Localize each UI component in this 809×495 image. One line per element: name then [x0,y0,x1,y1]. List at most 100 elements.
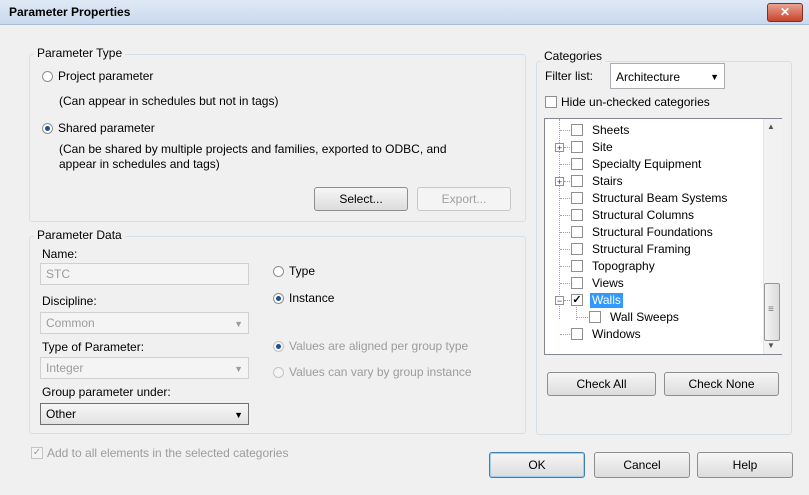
filter-list-value: Architecture [616,70,681,84]
tree-item-label: Wall Sweeps [610,310,679,324]
type-of-parameter-dropdown[interactable]: Integer ▼ [40,357,249,379]
tree-item-structural-framing[interactable]: Structural Framing [545,241,769,258]
aligned-per-group-label[interactable]: Values are aligned per group type [289,339,468,353]
tree-connector [560,232,570,233]
tree-item-specialty-equipment[interactable]: Specialty Equipment [545,156,769,173]
tree-item-checkbox[interactable] [589,311,601,323]
tree-connector [560,334,570,335]
tree-connector [564,300,570,301]
tree-item-checkbox[interactable] [571,141,583,153]
close-button[interactable]: ✕ [767,3,803,22]
tree-item-structural-foundations[interactable]: Structural Foundations [545,224,769,241]
vary-by-instance-label[interactable]: Values can vary by group instance [289,365,472,379]
tree-item-wall-sweeps[interactable]: Wall Sweeps [545,309,769,326]
tree-connector [560,249,570,250]
filter-list-label: Filter list: [545,69,593,83]
tree-item-label: Topography [592,259,655,273]
check-all-button[interactable]: Check All [547,372,656,396]
tree-item-checkbox[interactable] [571,175,583,187]
add-to-all-checkbox[interactable]: ✓ [31,447,43,459]
tree-item-label: Structural Columns [592,208,695,222]
type-of-parameter-value: Integer [46,361,84,375]
tree-connector [560,130,570,131]
help-button[interactable]: Help [697,452,793,478]
instance-radio-label[interactable]: Instance [289,291,334,305]
tree-item-label: Sheets [592,123,630,137]
tree-connector [560,215,570,216]
discipline-dropdown[interactable]: Common ▼ [40,312,249,334]
tree-item-topography[interactable]: Topography [545,258,769,275]
tree-item-structural-beam-systems[interactable]: Structural Beam Systems [545,190,769,207]
tree-item-label: Structural Beam Systems [592,191,728,205]
chevron-down-icon: ▼ [234,410,243,420]
tree-item-label: Structural Framing [592,242,691,256]
discipline-value: Common [46,316,95,330]
shared-parameter-label[interactable]: Shared parameter [58,121,155,135]
title-bar[interactable]: Parameter Properties ✕ [0,0,809,25]
tree-item-checkbox[interactable]: ✓ [571,294,583,306]
tree-item-checkbox[interactable] [571,192,583,204]
tree-connector [564,181,570,182]
expand-icon[interactable]: + [555,143,564,153]
tree-item-sheets[interactable]: Sheets [545,122,769,139]
tree-connector [560,198,570,199]
check-icon: ✓ [32,447,42,458]
chevron-down-icon: ▼ [234,364,243,374]
parameter-data-label: Parameter Data [34,228,125,242]
tree-item-stairs[interactable]: + Stairs [545,173,769,190]
scrollbar-thumb[interactable]: ≡ [764,283,780,341]
tree-item-label: Windows [592,327,641,341]
tree-item-structural-columns[interactable]: Structural Columns [545,207,769,224]
window-title: Parameter Properties [9,5,131,19]
vary-by-instance-radio[interactable] [273,367,284,378]
tree-item-checkbox[interactable] [571,124,583,136]
check-none-button[interactable]: Check None [664,372,779,396]
aligned-per-group-radio[interactable] [273,341,284,352]
tree-item-checkbox[interactable] [571,158,583,170]
tree-item-checkbox[interactable] [571,277,583,289]
scroll-down-icon[interactable]: ▼ [767,341,775,350]
tree-item-checkbox[interactable] [571,260,583,272]
scroll-up-icon[interactable]: ▲ [767,122,775,131]
hide-unchecked-checkbox[interactable] [545,96,557,108]
project-parameter-radio[interactable] [42,71,53,82]
ok-button[interactable]: OK [489,452,585,478]
shared-parameter-radio[interactable] [42,123,53,134]
tree-item-checkbox[interactable] [571,328,583,340]
tree-item-checkbox[interactable] [571,209,583,221]
filter-list-dropdown[interactable]: Architecture ▼ [610,63,725,89]
group-under-dropdown[interactable]: Other ▼ [40,403,249,425]
tree-item-label: Views [592,276,624,290]
name-label: Name: [42,247,78,261]
add-to-all-label[interactable]: Add to all elements in the selected cate… [47,446,288,460]
type-radio[interactable] [273,266,284,277]
collapse-icon[interactable]: − [555,296,564,306]
shared-parameter-note-1: (Can be shared by multiple projects and … [59,142,447,156]
hide-unchecked-label[interactable]: Hide un-checked categories [561,95,710,109]
tree-item-views[interactable]: Views [545,275,769,292]
tree-item-label: Stairs [592,174,623,188]
group-under-value: Other [46,407,77,421]
parameter-type-label: Parameter Type [34,46,126,60]
tree-item-checkbox[interactable] [571,226,583,238]
name-field[interactable]: STC [40,263,249,285]
expand-icon[interactable]: + [555,177,564,187]
tree-item-label: Site [592,140,613,154]
select-button[interactable]: Select... [314,187,408,211]
export-button[interactable]: Export... [417,187,511,211]
type-radio-label[interactable]: Type [289,264,315,278]
cancel-button[interactable]: Cancel [594,452,690,478]
tree-item-windows[interactable]: Windows [545,326,769,343]
tree-item-checkbox[interactable] [571,243,583,255]
categories-tree[interactable]: Sheets + Site Specialty Equipment + Stai… [544,118,782,355]
project-parameter-label[interactable]: Project parameter [58,69,153,83]
shared-parameter-note-2: appear in schedules and tags) [59,157,220,171]
close-icon: ✕ [779,5,791,19]
tree-connector [564,147,570,148]
tree-connector [560,266,570,267]
group-under-label: Group parameter under: [42,385,171,399]
tree-item-site[interactable]: + Site [545,139,769,156]
instance-radio[interactable] [273,293,284,304]
categories-label: Categories [541,49,606,63]
tree-item-walls[interactable]: − ✓ Walls [545,292,769,309]
